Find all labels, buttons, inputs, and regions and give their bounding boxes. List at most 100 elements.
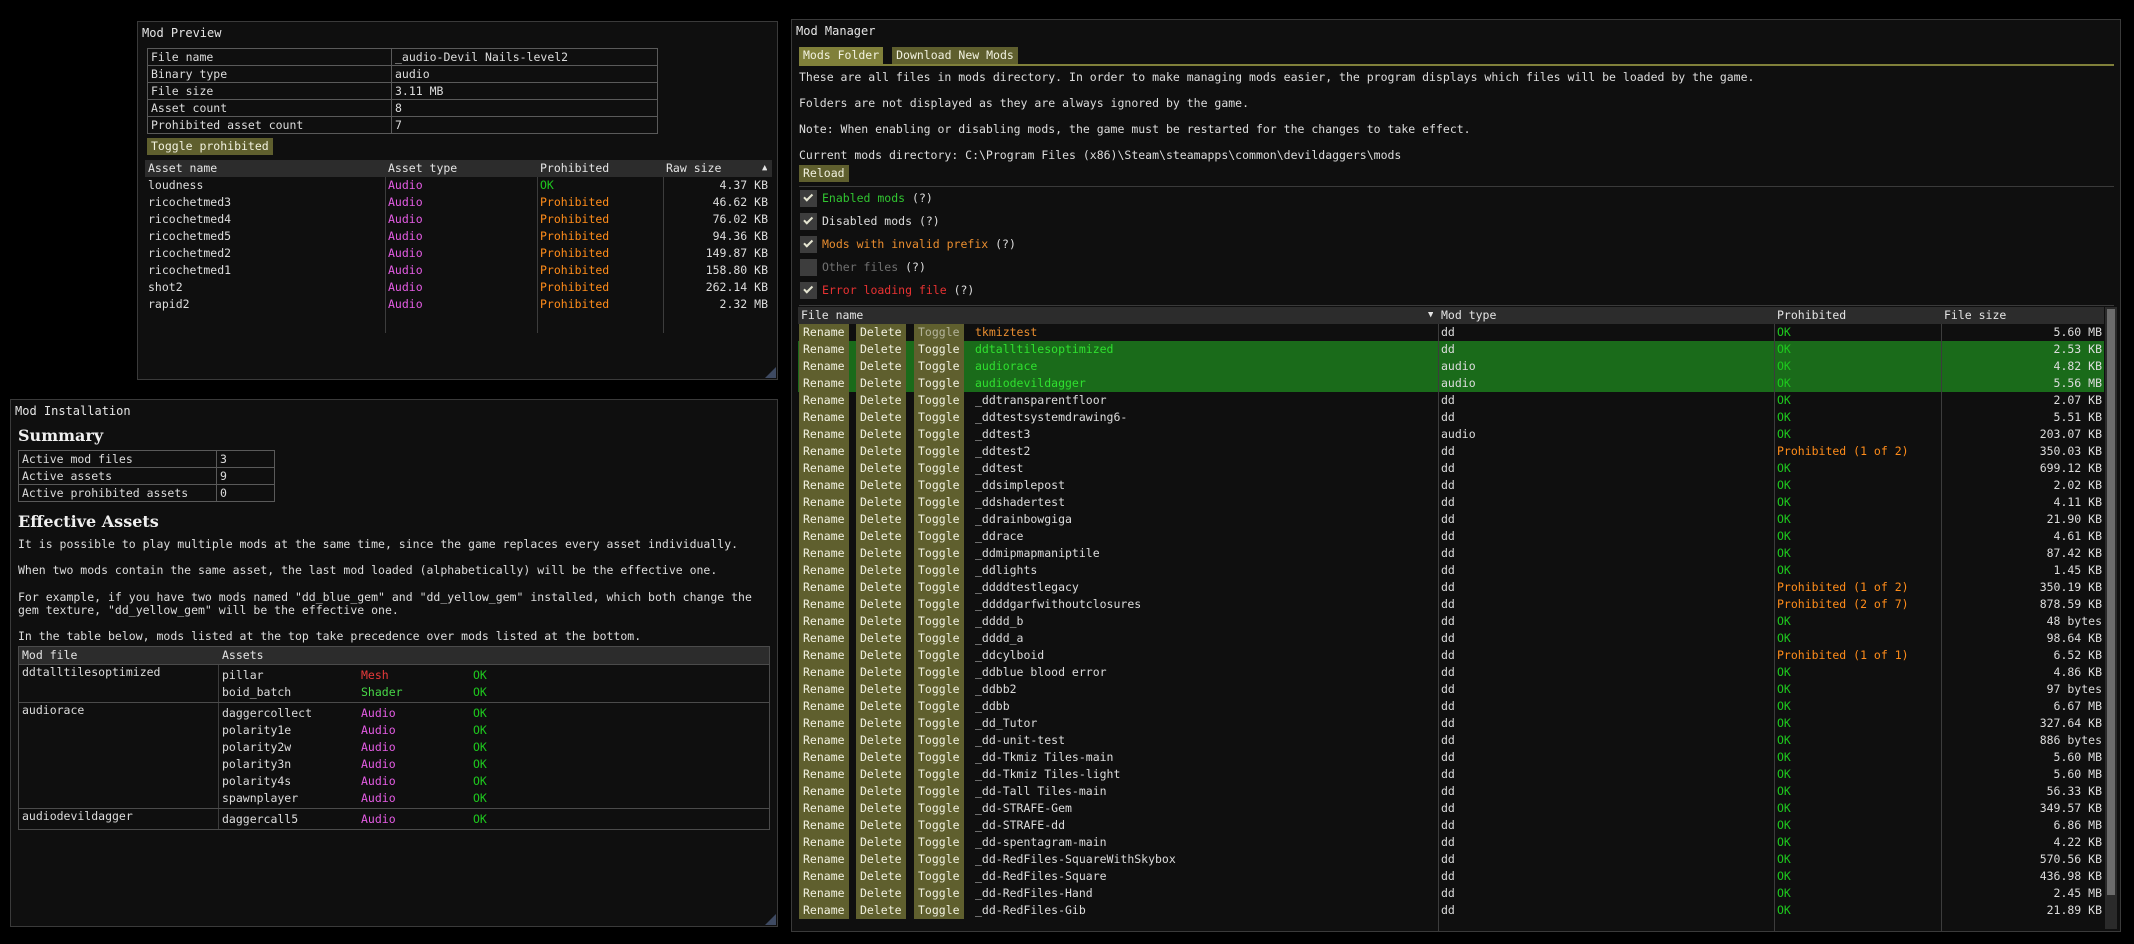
delete-button[interactable]: Delete <box>856 613 906 630</box>
delete-button[interactable]: Delete <box>856 579 906 596</box>
rename-button[interactable]: Rename <box>799 749 849 766</box>
delete-button[interactable]: Delete <box>856 902 906 919</box>
mod-row[interactable]: Rename Delete Toggle _ddtestsystemdrawing6-… <box>798 409 2104 426</box>
asset-row[interactable]: ricochetmed2 Audio Prohibited 149.87 KB <box>145 245 772 262</box>
toggle-button[interactable]: Toggle <box>914 613 964 630</box>
rename-button[interactable]: Rename <box>799 545 849 562</box>
column-header[interactable]: Raw size <box>666 160 721 177</box>
tab-mods-folder[interactable]: Mods Folder <box>799 47 884 64</box>
mod-row[interactable]: Rename Delete Toggle _ddrace dd OK 4.61 KB <box>798 528 2104 545</box>
mod-row[interactable]: Rename Delete Toggle tkmiztest dd OK 5.60 MB <box>798 324 2104 341</box>
rename-button[interactable]: Rename <box>799 477 849 494</box>
delete-button[interactable]: Delete <box>856 511 906 528</box>
help-icon[interactable]: (?) <box>919 214 940 228</box>
column-header[interactable]: Mod type <box>1441 307 1496 324</box>
mod-row[interactable]: Rename Delete Toggle _dd-RedFiles-Gib dd OK 21… <box>798 902 2104 919</box>
checkbox-checked-icon[interactable] <box>800 282 817 299</box>
toggle-button[interactable]: Toggle <box>914 375 964 392</box>
toggle-button[interactable]: Toggle <box>914 324 964 341</box>
filter-checkbox-row[interactable]: Mods with invalid prefix (?) <box>792 236 1192 259</box>
delete-button[interactable]: Delete <box>856 545 906 562</box>
rename-button[interactable]: Rename <box>799 868 849 885</box>
toggle-button[interactable]: Toggle <box>914 443 964 460</box>
asset-row[interactable]: ricochetmed5 Audio Prohibited 94.36 KB <box>145 228 772 245</box>
checkbox-checked-icon[interactable] <box>800 190 817 207</box>
delete-button[interactable]: Delete <box>856 324 906 341</box>
rename-button[interactable]: Rename <box>799 528 849 545</box>
mod-row[interactable]: Rename Delete Toggle _dd-Tkmiz Tiles-main dd… <box>798 749 2104 766</box>
delete-button[interactable]: Delete <box>856 834 906 851</box>
mod-row[interactable]: Rename Delete Toggle _ddlights dd OK 1.45 KB <box>798 562 2104 579</box>
filter-checkbox-row[interactable]: Enabled mods (?) <box>792 190 1192 213</box>
delete-button[interactable]: Delete <box>856 783 906 800</box>
delete-button[interactable]: Delete <box>856 885 906 902</box>
mod-row[interactable]: Rename Delete Toggle _ddtest3 audio OK 203.07 … <box>798 426 2104 443</box>
delete-button[interactable]: Delete <box>856 647 906 664</box>
help-icon[interactable]: (?) <box>954 283 975 297</box>
rename-button[interactable]: Rename <box>799 375 849 392</box>
mod-row[interactable]: Rename Delete Toggle _ddddgarfwithoutclosur… <box>798 596 2104 613</box>
mod-row[interactable]: Rename Delete Toggle _ddtest dd OK 699.12 KB <box>798 460 2104 477</box>
toggle-button[interactable]: Toggle <box>914 579 964 596</box>
help-icon[interactable]: (?) <box>905 260 926 274</box>
delete-button[interactable]: Delete <box>856 817 906 834</box>
asset-row[interactable]: rapid2 Audio Prohibited 2.32 MB <box>145 296 772 313</box>
rename-button[interactable]: Rename <box>799 732 849 749</box>
toggle-button[interactable]: Toggle <box>914 630 964 647</box>
rename-button[interactable]: Rename <box>799 766 849 783</box>
toggle-button[interactable]: Toggle <box>914 647 964 664</box>
rename-button[interactable]: Rename <box>799 579 849 596</box>
rename-button[interactable]: Rename <box>799 613 849 630</box>
rename-button[interactable]: Rename <box>799 664 849 681</box>
mod-row[interactable]: Rename Delete Toggle _ddshadertest dd OK 4.11 … <box>798 494 2104 511</box>
reload-button[interactable]: Reload <box>799 165 849 182</box>
delete-button[interactable]: Delete <box>856 358 906 375</box>
toggle-button[interactable]: Toggle <box>914 426 964 443</box>
rename-button[interactable]: Rename <box>799 426 849 443</box>
mod-row[interactable]: Rename Delete Toggle _dd-RedFiles-Square dd O… <box>798 868 2104 885</box>
delete-button[interactable]: Delete <box>856 375 906 392</box>
delete-button[interactable]: Delete <box>856 341 906 358</box>
rename-button[interactable]: Rename <box>799 698 849 715</box>
mod-row[interactable]: Rename Delete Toggle _dd-Tkmiz Tiles-light d… <box>798 766 2104 783</box>
column-header[interactable]: Asset type <box>388 160 457 177</box>
mod-row[interactable]: Rename Delete Toggle audiodevildagger audio O… <box>798 375 2104 392</box>
column-header[interactable]: File size <box>1944 307 2006 324</box>
column-header[interactable]: Prohibited <box>540 160 609 177</box>
asset-row[interactable]: shot2 Audio Prohibited 262.14 KB <box>145 279 772 296</box>
delete-button[interactable]: Delete <box>856 868 906 885</box>
tab-download-new-mods[interactable]: Download New Mods <box>892 47 1018 64</box>
toggle-button[interactable]: Toggle <box>914 681 964 698</box>
delete-button[interactable]: Delete <box>856 596 906 613</box>
toggle-button[interactable]: Toggle <box>914 817 964 834</box>
help-icon[interactable]: (?) <box>912 191 933 205</box>
scrollbar-thumb[interactable] <box>2107 309 2115 895</box>
toggle-button[interactable]: Toggle <box>914 868 964 885</box>
mod-row[interactable]: Rename Delete Toggle _dddd_b dd OK 48 bytes <box>798 613 2104 630</box>
resize-grip[interactable] <box>765 914 776 925</box>
rename-button[interactable]: Rename <box>799 443 849 460</box>
checkbox-checked-icon[interactable] <box>800 213 817 230</box>
toggle-button[interactable]: Toggle <box>914 834 964 851</box>
toggle-button[interactable]: Toggle <box>914 477 964 494</box>
mod-row[interactable]: Rename Delete Toggle _ddddtestlegacy dd Prohi… <box>798 579 2104 596</box>
toggle-button[interactable]: Toggle <box>914 885 964 902</box>
rename-button[interactable]: Rename <box>799 800 849 817</box>
asset-row[interactable]: ricochetmed4 Audio Prohibited 76.02 KB <box>145 211 772 228</box>
column-header[interactable]: Asset name <box>148 160 217 177</box>
rename-button[interactable]: Rename <box>799 647 849 664</box>
toggle-button[interactable]: Toggle <box>914 783 964 800</box>
mod-row[interactable]: Rename Delete Toggle _dd-spentagram-main dd O… <box>798 834 2104 851</box>
mod-row[interactable]: Rename Delete Toggle _dd-Tall Tiles-main dd O… <box>798 783 2104 800</box>
delete-button[interactable]: Delete <box>856 477 906 494</box>
delete-button[interactable]: Delete <box>856 698 906 715</box>
mod-row[interactable]: Rename Delete Toggle _dd_Tutor dd OK 327.64 KB <box>798 715 2104 732</box>
delete-button[interactable]: Delete <box>856 443 906 460</box>
toggle-button[interactable]: Toggle <box>914 494 964 511</box>
toggle-button[interactable]: Toggle <box>914 715 964 732</box>
rename-button[interactable]: Rename <box>799 511 849 528</box>
rename-button[interactable]: Rename <box>799 392 849 409</box>
rename-button[interactable]: Rename <box>799 902 849 919</box>
mod-row[interactable]: Rename Delete Toggle audiorace audio OK 4.82 K… <box>798 358 2104 375</box>
rename-button[interactable]: Rename <box>799 783 849 800</box>
